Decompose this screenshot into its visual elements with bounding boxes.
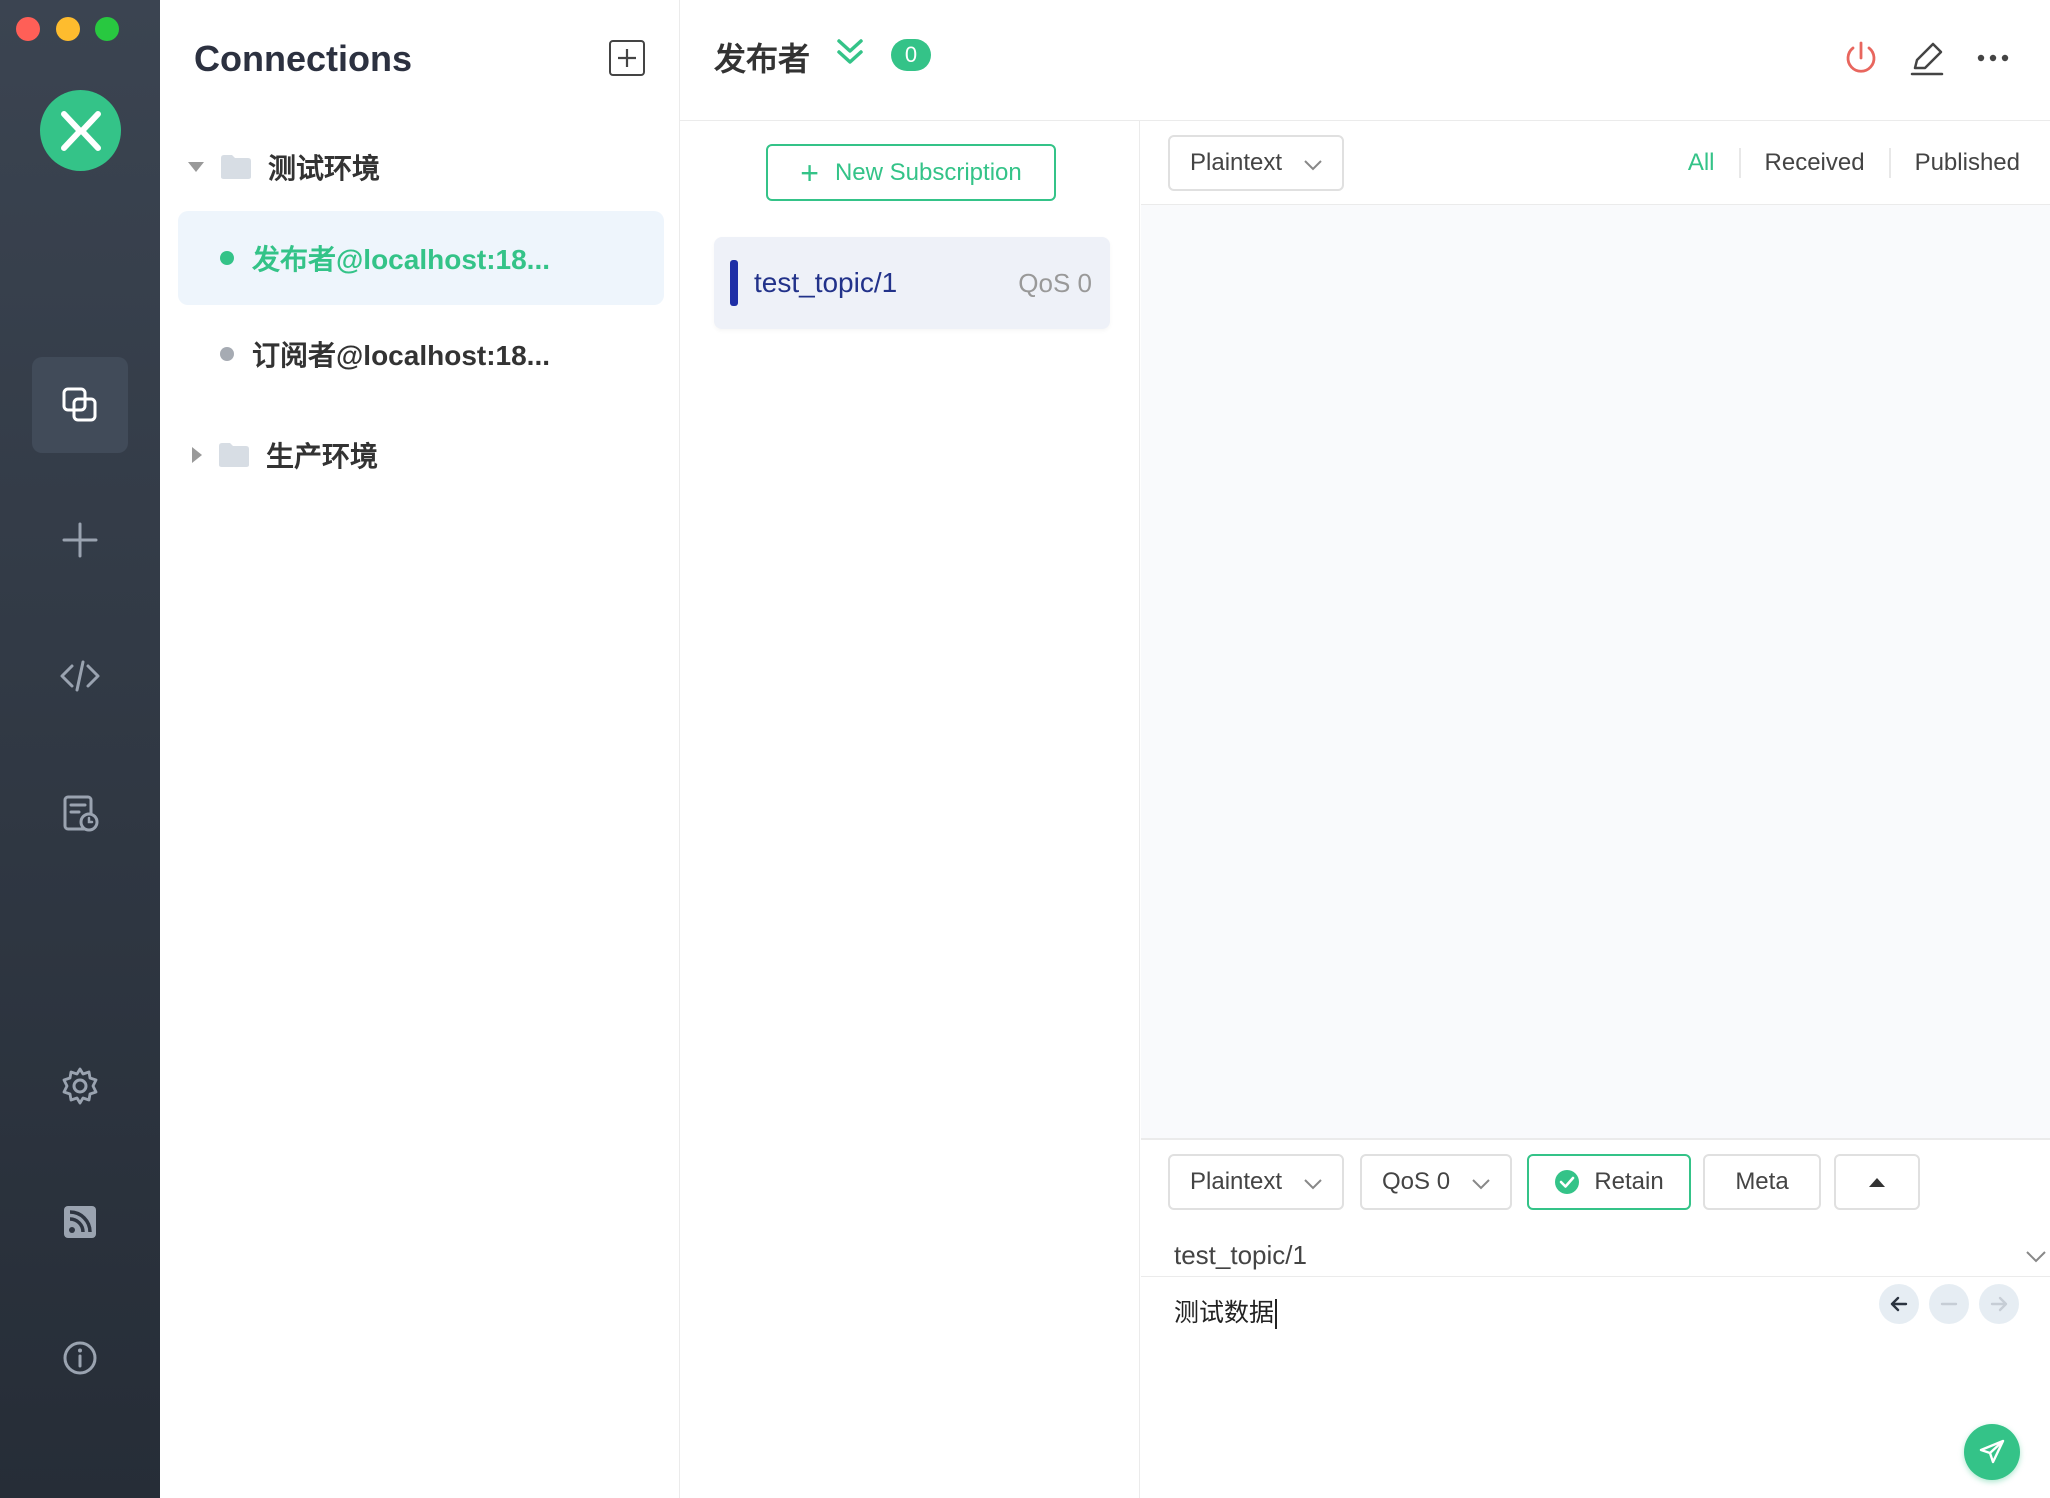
payload-format-value: Plaintext [1190, 1168, 1283, 1195]
power-icon[interactable] [1841, 38, 1881, 78]
add-connection-button[interactable] [609, 40, 645, 76]
subscription-topic: test_topic/1 [754, 267, 898, 298]
double-chevron-down-icon[interactable] [834, 36, 866, 68]
message-filters: All Received Published [1664, 121, 2020, 205]
qos-select[interactable]: QoS 0 [1360, 1154, 1512, 1210]
nav-feed-button[interactable] [32, 1174, 128, 1270]
connection-title: 发布者 [714, 41, 811, 77]
publish-topic-value: test_topic/1 [1174, 1239, 1307, 1270]
meta-button[interactable]: Meta [1703, 1154, 1821, 1210]
subscriptions-panel: + New Subscription test_topic/1 QoS 0 [680, 121, 1140, 1498]
settings-icon [62, 1067, 98, 1105]
connection-item-publisher[interactable]: 发布者@localhost:18... [178, 211, 664, 305]
qos-value: QoS 0 [1382, 1168, 1451, 1195]
group-label: 生产环境 [266, 441, 379, 472]
connections-title: Connections [194, 38, 413, 79]
minus-icon [1940, 1302, 1958, 1306]
send-icon [1979, 1439, 2005, 1464]
expand-toggle-button[interactable] [1834, 1154, 1920, 1210]
script-icon [60, 660, 100, 692]
log-icon [63, 795, 99, 832]
retain-toggle[interactable]: Retain [1527, 1154, 1691, 1210]
filter-received[interactable]: Received [1741, 148, 1891, 178]
message-format-select[interactable]: Plaintext [1168, 135, 1344, 191]
history-forward-button[interactable] [1979, 1284, 2019, 1324]
group-prod-env[interactable]: 生产环境 [188, 435, 378, 475]
subscription-item[interactable]: test_topic/1 QoS 0 [714, 237, 1110, 329]
subscription-qos: QoS 0 [1018, 267, 1092, 298]
edit-icon[interactable] [1907, 38, 1947, 78]
status-offline-icon [220, 347, 234, 361]
window-close-button[interactable] [16, 17, 40, 41]
chevron-down-icon[interactable] [188, 162, 204, 172]
status-online-icon [220, 251, 234, 265]
new-subscription-label: New Subscription [834, 158, 1022, 186]
folder-icon [221, 155, 251, 179]
send-button[interactable] [1964, 1424, 2020, 1480]
chevron-down-icon [1304, 160, 1322, 171]
chevron-down-icon [1472, 1179, 1490, 1190]
messages-toolbar: Plaintext All Received Published [1141, 121, 2050, 205]
history-back-button[interactable] [1879, 1284, 1919, 1324]
payload-editor[interactable]: 测试数据 [1174, 1293, 1278, 1330]
group-label: 测试环境 [268, 153, 381, 184]
connection-item-subscriber[interactable]: 订阅者@localhost:18... [178, 307, 664, 401]
connection-label: 订阅者@localhost:18... [252, 340, 551, 371]
payload-format-select[interactable]: Plaintext [1168, 1154, 1344, 1210]
message-count-badge: 0 [891, 39, 931, 71]
history-clear-button[interactable] [1929, 1284, 1969, 1324]
filter-published[interactable]: Published [1891, 148, 2020, 178]
nav-connections-button[interactable] [32, 357, 128, 453]
arrow-left-icon [1890, 1296, 1908, 1312]
publish-topic-input[interactable]: test_topic/1 [1174, 1232, 2046, 1278]
plus-icon: + [800, 154, 819, 191]
info-icon [63, 1341, 97, 1375]
connections-icon [62, 387, 97, 422]
connection-label: 发布者@localhost:18... [252, 244, 551, 275]
nav-new-connection-button[interactable] [32, 492, 128, 588]
retain-label: Retain [1594, 1168, 1664, 1195]
check-circle-icon [1555, 1170, 1580, 1194]
publish-panel: Plaintext QoS 0 Retain Meta test_topic/1… [1141, 1138, 2050, 1498]
window-minimize-button[interactable] [56, 17, 80, 41]
triangle-up-icon [1869, 1178, 1885, 1187]
nav-script-button[interactable] [32, 628, 128, 724]
text-cursor [1275, 1299, 1278, 1330]
app-logo [40, 90, 121, 171]
folder-icon [219, 443, 249, 467]
chevron-right-icon[interactable] [192, 447, 202, 463]
topic-color-bar [730, 260, 738, 306]
meta-label: Meta [1735, 1168, 1789, 1195]
connections-panel: Connections 测试环境 发布者@localhost:18... 订阅者… [160, 0, 680, 1498]
nav-log-button[interactable] [32, 765, 128, 861]
feed-icon [64, 1206, 96, 1238]
plus-icon [618, 49, 636, 67]
more-icon[interactable] [1973, 38, 2013, 78]
nav-about-button[interactable] [32, 1310, 128, 1406]
message-format-value: Plaintext [1190, 149, 1283, 176]
chevron-down-icon [1304, 1179, 1322, 1190]
payload-text: 测试数据 [1174, 1299, 1275, 1327]
window-zoom-button[interactable] [95, 17, 119, 41]
new-subscription-button[interactable]: + New Subscription [766, 144, 1056, 201]
mqttx-logo-icon [60, 110, 101, 151]
plus-icon [62, 522, 98, 558]
divider [1141, 1276, 2050, 1277]
group-test-env[interactable]: 测试环境 [188, 147, 380, 187]
connection-header: 发布者 0 [680, 0, 2050, 121]
filter-all[interactable]: All [1664, 148, 1741, 178]
app-sidebar [0, 0, 160, 1498]
chevron-down-icon[interactable] [2024, 1244, 2048, 1268]
nav-settings-button[interactable] [32, 1038, 128, 1134]
arrow-right-icon [1990, 1296, 2008, 1312]
